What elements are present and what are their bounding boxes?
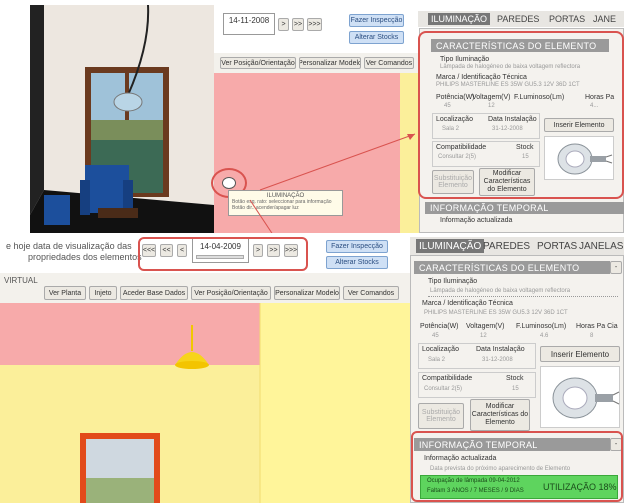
data-value-bottom: 31-12-2008 (482, 357, 513, 363)
date-display-top[interactable]: 14-11-2008 (223, 13, 275, 35)
caption-line-2: propriedades dos elementos (28, 252, 142, 262)
comp-value-bottom: Consultar 2(5) (424, 386, 463, 392)
tab-iluminacao-bottom[interactable]: ILUMINAÇÃO (416, 239, 485, 253)
tipo-value-bottom: Lâmpada de halogéneo de baixa voltagem r… (430, 288, 571, 294)
toolbar-bottom: VIRTUAL Ver Planta Injeto Aceder Base Da… (0, 273, 410, 303)
tooltip-line-2: Botão dir.: acender/apagar luz (232, 205, 299, 211)
virtual-label: VIRTUAL (4, 276, 38, 285)
marca-label-bottom: Marca / Identificação Técnica (422, 300, 513, 307)
highlight-date-nav (138, 237, 308, 271)
tab-portas-bottom[interactable]: PORTAS (534, 239, 580, 253)
tab-janelas-bottom[interactable]: JANELAS (576, 239, 624, 253)
halogen-lamp-icon-bottom (552, 377, 620, 419)
nav-next3-top[interactable]: >>> (307, 18, 322, 31)
customize-model-button-bottom[interactable]: Personalizar Modelo (274, 286, 340, 300)
view-position-button-bottom[interactable]: Ver Posição/Orientação (191, 286, 271, 300)
lamp-image-bottom (540, 366, 620, 428)
inspection-button-bottom[interactable]: Fazer Inspecção (326, 240, 388, 253)
view-commands-button-bottom[interactable]: Ver Comandos (343, 286, 399, 300)
loc-label-bottom: Localização (422, 346, 459, 353)
marca-value-bottom: PHILIPS MASTERLINE ES 35W GU5.3 12V 36D … (424, 310, 568, 316)
nav-next2-top[interactable]: >> (292, 18, 304, 31)
voltagem-value-bottom: 12 (480, 333, 487, 339)
fluminoso-label-bottom: F.Luminoso(Lm) (516, 323, 567, 330)
tipo-divider (428, 296, 618, 297)
room-scene-svg (30, 5, 214, 233)
view-commands-button-top[interactable]: Ver Comandos (364, 57, 414, 69)
data-label-bottom: Data Instalação (476, 346, 525, 353)
comp-label-bottom: Compatibilidade (422, 375, 473, 382)
tab-paredes-top[interactable]: PAREDES (494, 13, 542, 25)
database-button[interactable]: Aceder Base Dados (120, 286, 188, 300)
voltagem-label-bottom: Voltagem(V) (466, 323, 505, 330)
collapse-section-button[interactable]: - (610, 261, 622, 274)
insert-element-button-bottom[interactable]: Inserir Elemento (540, 346, 620, 362)
section-title-bottom: CARACTERÍSTICAS DO ELEMENTO (414, 261, 610, 274)
viewport-bottom[interactable] (0, 303, 410, 503)
fluminoso-value-bottom: 4.6 (540, 333, 549, 339)
temporal-title-top: INFORMAÇÃO TEMPORAL (425, 202, 624, 214)
caption-line-1: e hoje data de visualização das (6, 241, 132, 251)
tab-janelas-top[interactable]: JANE (590, 13, 619, 25)
viewport-wall-top (400, 73, 419, 233)
inspection-button-top[interactable]: Fazer Inspecção (349, 14, 404, 27)
room-scene-bottom-svg (0, 303, 410, 503)
room-render-top[interactable] (30, 5, 214, 233)
stock-label-bottom: Stock (506, 375, 524, 382)
substitute-element-button-bottom: Substituição Elemento (418, 403, 464, 429)
potencia-label-bottom: Potência(W) (420, 323, 459, 330)
view-position-button-top[interactable]: Ver Posição/Orientação (220, 57, 296, 69)
customize-model-button-top[interactable]: Personalizar Modelo (299, 57, 361, 69)
stock-value-bottom: 15 (512, 386, 519, 392)
nav-next-top[interactable]: > (278, 18, 289, 31)
loc-value-bottom: Sala 2 (428, 357, 446, 363)
tab-paredes-bottom[interactable]: PAREDES (480, 239, 533, 253)
tab-bar-bottom: ILUMINAÇÃO PAREDES PORTAS JANELAS (410, 237, 624, 255)
highlight-temporal (411, 431, 623, 502)
horas-label-bottom: Horas Pa Cia (576, 323, 618, 330)
tab-portas-top[interactable]: PORTAS (546, 13, 588, 25)
tipo-label-bottom: Tipo Iluminação (428, 278, 478, 285)
tab-bar-top: ILUMINAÇÃO PAREDES PORTAS JANE (418, 11, 624, 27)
stocks-button-bottom[interactable]: Alterar Stocks (326, 256, 388, 269)
temporal-line-top: Informação actualizada (440, 217, 513, 224)
stocks-button-top[interactable]: Alterar Stocks (349, 31, 404, 44)
view-plan-button[interactable]: Ver Planta (44, 286, 86, 300)
toolbar-top: Ver Posição/Orientação Personalizar Mode… (214, 53, 419, 73)
top-screenshot: 14-11-2008 > >> >>> Fazer Inspecção Alte… (30, 5, 624, 233)
horas-value-bottom: 8 (590, 333, 594, 339)
modify-element-button-bottom[interactable]: Modificar Características do Elemento (470, 399, 530, 431)
highlight-panel-top (418, 31, 624, 199)
bottom-screenshot: e hoje data de visualização das propried… (0, 233, 624, 503)
tab-iluminacao-top[interactable]: ILUMINAÇÃO (428, 13, 491, 25)
tooltip: ILUMINAÇÃO Botão esq. rato: seleccionar … (228, 190, 343, 216)
potencia-value-bottom: 45 (432, 333, 439, 339)
injeto-button[interactable]: Injeto (89, 286, 117, 300)
